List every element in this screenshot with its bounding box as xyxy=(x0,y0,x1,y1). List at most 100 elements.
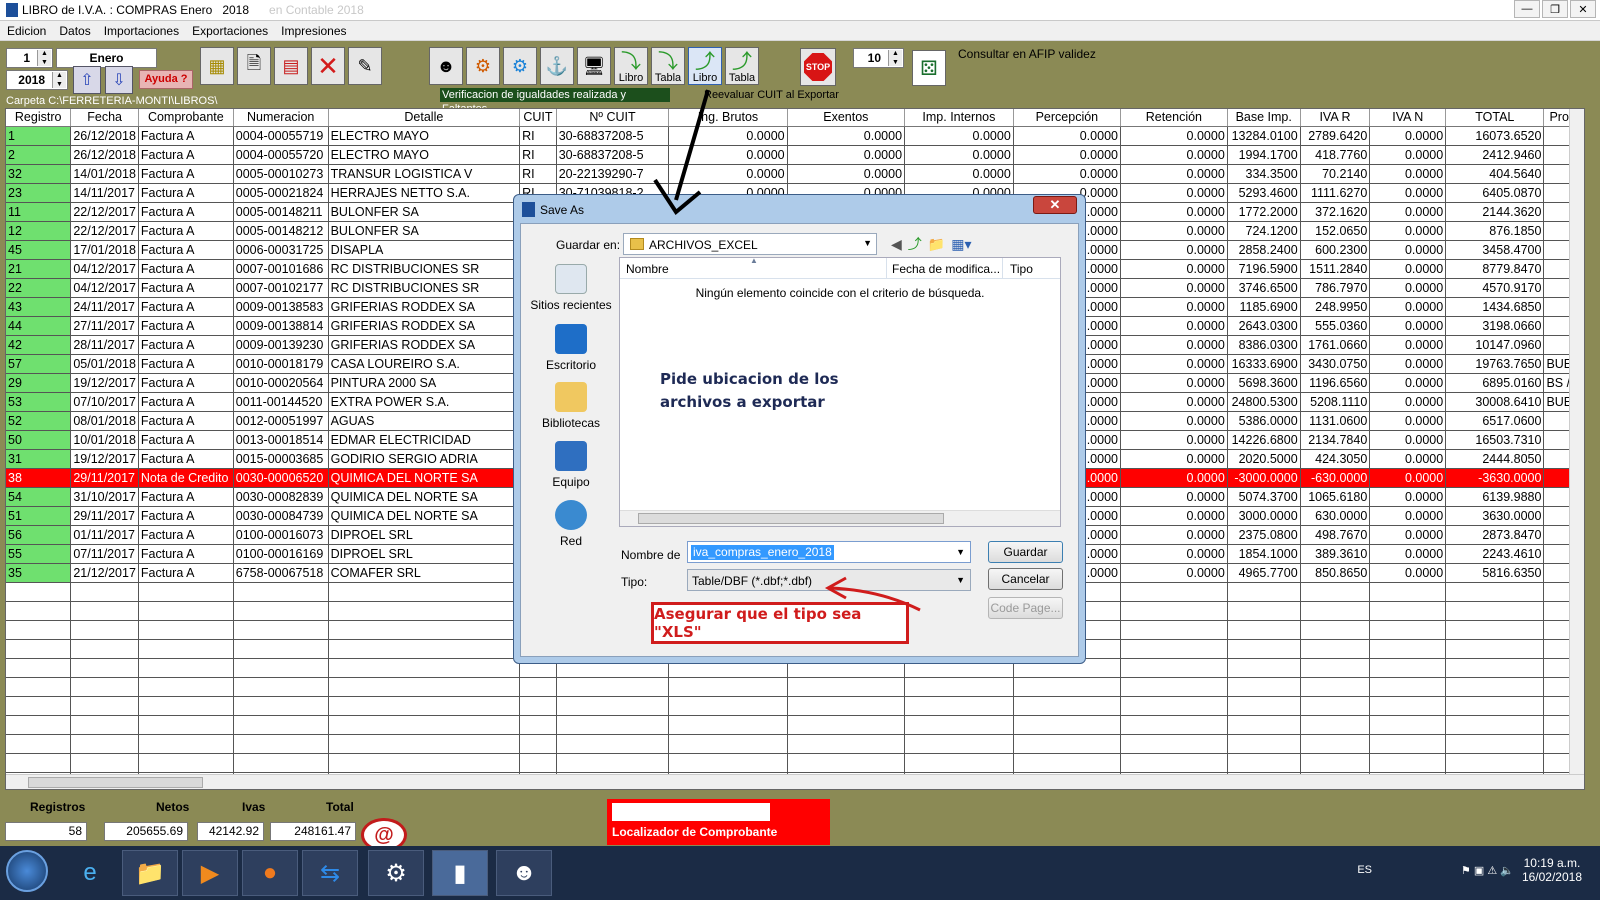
start-button[interactable] xyxy=(6,850,48,892)
table-cell[interactable]: 2144.3620 xyxy=(1445,202,1545,222)
table-cell[interactable] xyxy=(6,582,72,602)
table-cell[interactable]: 24/11/2017 xyxy=(70,297,139,317)
table-cell[interactable]: 2789.6420 xyxy=(1300,126,1371,146)
table-cell[interactable] xyxy=(1369,620,1447,640)
table-cell[interactable]: AGUAS xyxy=(328,411,521,431)
table-cell[interactable] xyxy=(70,639,139,659)
table-cell[interactable] xyxy=(328,658,521,678)
table-cell[interactable]: 600.2300 xyxy=(1300,240,1371,260)
table-cell[interactable] xyxy=(233,601,329,621)
table-cell[interactable]: 0.0000 xyxy=(1369,411,1447,431)
table-cell[interactable]: Factura A xyxy=(138,297,234,317)
table-cell[interactable]: 3000.0000 xyxy=(1227,506,1301,526)
table-cell[interactable] xyxy=(556,696,670,716)
table-cell[interactable] xyxy=(1300,601,1371,621)
table-cell[interactable]: 7196.5900 xyxy=(1227,259,1301,279)
table-cell[interactable] xyxy=(70,696,139,716)
table-cell[interactable] xyxy=(233,658,329,678)
table-cell[interactable]: 1111.6270 xyxy=(1300,183,1371,203)
table-cell[interactable] xyxy=(138,658,234,678)
table-cell[interactable]: 418.7760 xyxy=(1300,145,1371,165)
table-cell[interactable]: Factura A xyxy=(138,221,234,241)
table-cell[interactable]: 389.3610 xyxy=(1300,544,1371,564)
filename-input[interactable]: iva_compras_enero_2018 ▼ xyxy=(687,541,971,563)
table-cell[interactable] xyxy=(556,734,670,754)
table-cell[interactable] xyxy=(233,715,329,735)
filter-button[interactable]: ▤ xyxy=(274,47,308,85)
table-cell[interactable] xyxy=(519,753,557,773)
table-cell[interactable]: 50 xyxy=(6,430,72,450)
table-row[interactable]: 1 26/12/2018 Factura A 0004-00055719 ELECTRO… xyxy=(6,126,1584,146)
table-cell[interactable]: RC DISTRIBUCIONES SR xyxy=(328,278,521,298)
spinner-arrows-icon[interactable]: ▲ ▼ xyxy=(37,50,51,66)
table-cell[interactable] xyxy=(1227,753,1301,773)
table-cell[interactable]: EXTRA POWER S.A. xyxy=(328,392,521,412)
table-cell[interactable] xyxy=(519,715,557,735)
column-header[interactable]: Comprobante xyxy=(138,109,234,127)
table-cell[interactable]: 0030-00006520 xyxy=(233,468,329,488)
place-network[interactable]: Red xyxy=(527,500,615,548)
table-cell[interactable] xyxy=(1300,620,1371,640)
table-cell[interactable] xyxy=(1227,658,1301,678)
table-cell[interactable] xyxy=(556,753,670,773)
table-cell[interactable] xyxy=(328,639,521,659)
table-cell[interactable]: 0.0000 xyxy=(1120,373,1228,393)
table-cell[interactable]: Factura A xyxy=(138,316,234,336)
table-cell[interactable]: 0.0000 xyxy=(668,145,788,165)
table-cell[interactable]: 1 xyxy=(6,126,72,146)
table-cell[interactable]: 44 xyxy=(6,316,72,336)
table-cell[interactable]: 14/11/2017 xyxy=(70,183,139,203)
table-cell[interactable] xyxy=(1445,715,1545,735)
table-cell[interactable]: BULONFER SA xyxy=(328,202,521,222)
new-document-button[interactable]: 🗎 xyxy=(237,47,271,85)
calculator-button[interactable]: ▦ xyxy=(200,47,234,85)
table-cell[interactable] xyxy=(1445,734,1545,754)
table-cell[interactable] xyxy=(1369,582,1447,602)
table-cell[interactable]: 1854.1000 xyxy=(1227,544,1301,564)
table-cell[interactable]: 0005-00010273 xyxy=(233,164,329,184)
export-libro-button[interactable]: ⤴ Libro xyxy=(688,47,722,85)
guardar-button[interactable]: Guardar xyxy=(988,541,1063,563)
table-cell[interactable]: 0.0000 xyxy=(904,126,1014,146)
table-cell[interactable]: 53 xyxy=(6,392,72,412)
table-cell[interactable]: QUIMICA DEL NORTE SA xyxy=(328,487,521,507)
table-cell[interactable] xyxy=(1227,601,1301,621)
table-cell[interactable]: 24800.5300 xyxy=(1227,392,1301,412)
table-cell[interactable]: 876.1850 xyxy=(1445,221,1545,241)
table-cell[interactable]: 0.0000 xyxy=(1013,164,1121,184)
table-cell[interactable]: 14226.6800 xyxy=(1227,430,1301,450)
table-cell[interactable]: Factura A xyxy=(138,430,234,450)
table-cell[interactable]: 10147.0960 xyxy=(1445,335,1545,355)
table-cell[interactable]: 56 xyxy=(6,525,72,545)
table-cell[interactable]: 0.0000 xyxy=(1369,202,1447,222)
table-cell[interactable]: 0.0000 xyxy=(1369,278,1447,298)
libro-iva-taskbar-icon[interactable]: ▮ xyxy=(432,850,488,896)
table-cell[interactable] xyxy=(1369,734,1447,754)
table-cell[interactable] xyxy=(1013,677,1121,697)
table-row[interactable]: 32 14/01/2018 Factura A 0005-00010273 TRANSU… xyxy=(6,164,1584,184)
table-cell[interactable]: 0.0000 xyxy=(1120,411,1228,431)
table-cell[interactable]: 07/11/2017 xyxy=(70,544,139,564)
table-cell[interactable]: 0007-00101686 xyxy=(233,259,329,279)
table-cell[interactable] xyxy=(6,715,72,735)
table-cell[interactable] xyxy=(1369,677,1447,697)
table-cell[interactable] xyxy=(328,696,521,716)
file-list-scrollbar[interactable] xyxy=(620,510,1060,526)
table-cell[interactable] xyxy=(138,677,234,697)
table-cell[interactable] xyxy=(1120,639,1228,659)
table-cell[interactable]: 16503.7310 xyxy=(1445,430,1545,450)
table-cell[interactable]: 0.0000 xyxy=(1120,392,1228,412)
table-cell[interactable] xyxy=(1445,658,1545,678)
table-cell[interactable]: 2243.4610 xyxy=(1445,544,1545,564)
file-list[interactable]: Nombre ▲ Fecha de modifica... Tipo Ningú… xyxy=(619,256,1061,527)
table-cell[interactable]: 0.0000 xyxy=(1369,183,1447,203)
table-cell[interactable] xyxy=(138,696,234,716)
column-header[interactable]: Base Imp. xyxy=(1227,109,1301,127)
table-cell[interactable]: 55 xyxy=(6,544,72,564)
table-cell[interactable]: 6758-00067518 xyxy=(233,563,329,583)
table-cell[interactable]: RI xyxy=(519,164,557,184)
import-tabla-button[interactable]: ⤵ Tabla xyxy=(651,47,685,85)
table-cell[interactable]: 29/11/2017 xyxy=(70,506,139,526)
table-cell[interactable]: 0.0000 xyxy=(1369,164,1447,184)
table-cell[interactable]: Factura A xyxy=(138,164,234,184)
